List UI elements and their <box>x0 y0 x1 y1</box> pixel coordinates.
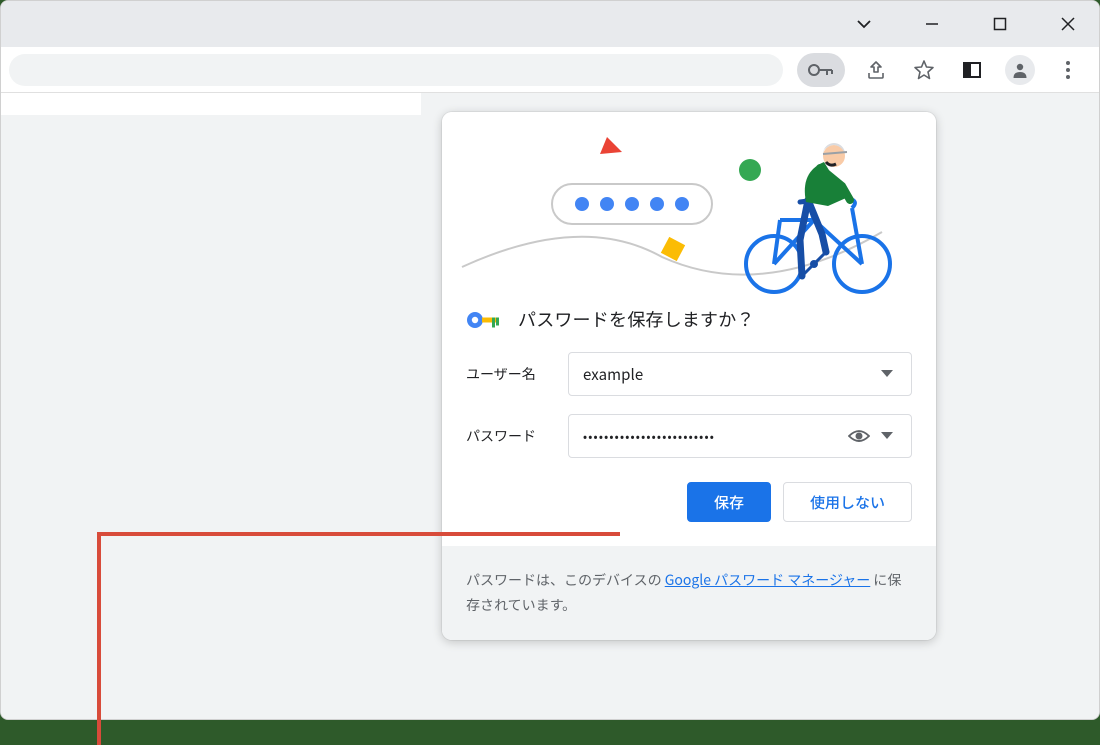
popup-title: パスワードを保存しますか？ <box>518 306 755 332</box>
profile-button[interactable] <box>1003 53 1037 87</box>
password-input[interactable]: ••••••••••••••••••••••••• <box>568 414 912 458</box>
maximize-button[interactable] <box>977 1 1023 47</box>
minimize-button[interactable] <box>909 1 955 47</box>
save-password-popup: パスワードを保存しますか？ ユーザー名 example パスワード ••••••… <box>442 112 936 640</box>
password-dropdown-icon[interactable] <box>873 422 901 450</box>
kebab-menu-button[interactable] <box>1051 53 1085 87</box>
username-input[interactable]: example <box>568 352 912 396</box>
username-value: example <box>583 364 873 385</box>
password-manager-link[interactable]: Google パスワード マネージャー <box>665 570 871 590</box>
username-field-row: ユーザー名 example <box>466 352 912 396</box>
username-label: ユーザー名 <box>466 364 568 384</box>
save-button[interactable]: 保存 <box>687 482 771 522</box>
never-button[interactable]: 使用しない <box>783 482 912 522</box>
tab-dropdown-button[interactable] <box>841 1 887 47</box>
popup-footer: パスワードは、このデバイスの Google パスワード マネージャー に保存され… <box>442 546 936 640</box>
password-key-button[interactable] <box>797 53 845 87</box>
reveal-password-icon[interactable] <box>845 422 873 450</box>
browser-toolbar <box>1 47 1099 93</box>
password-value: ••••••••••••••••••••••••• <box>583 428 845 445</box>
window-close-button[interactable] <box>1045 1 1091 47</box>
address-bar[interactable] <box>9 54 783 86</box>
share-button[interactable] <box>859 53 893 87</box>
password-manager-key-icon <box>466 309 500 329</box>
window-titlebar <box>1 1 1099 47</box>
popup-illustration <box>442 112 936 302</box>
footer-prefix: パスワードは、このデバイスの <box>466 570 665 590</box>
page-content-top <box>1 93 421 115</box>
username-dropdown-icon[interactable] <box>873 360 901 388</box>
password-label: パスワード <box>466 426 568 446</box>
cyclist-illustration <box>746 143 890 292</box>
side-panel-button[interactable] <box>955 53 989 87</box>
password-field-row: パスワード ••••••••••••••••••••••••• <box>466 414 912 458</box>
popup-body: パスワードを保存しますか？ ユーザー名 example パスワード ••••••… <box>442 302 936 546</box>
bookmark-star-button[interactable] <box>907 53 941 87</box>
